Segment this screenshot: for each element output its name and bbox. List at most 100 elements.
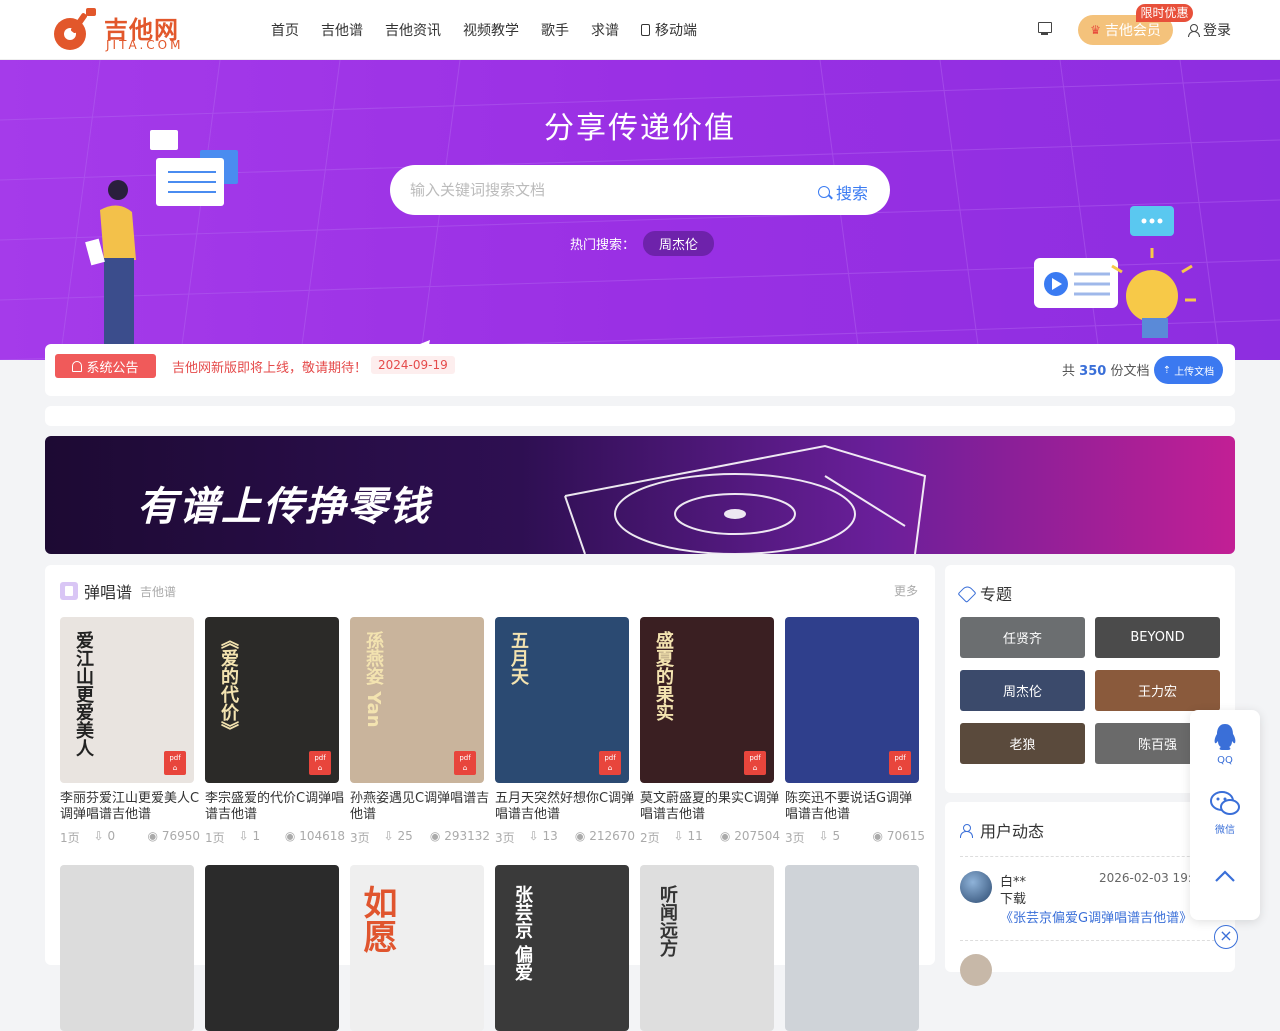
- cover-image[interactable]: 听闻远方: [640, 865, 774, 1031]
- tab-card[interactable]: 爱江山更爱美人 pdf ⌂ 李丽芬爱江山更爱美人C调弹唱谱吉他谱 1页 ⇩ 0 ◉ 7695…: [60, 617, 200, 847]
- nav-guitar-news[interactable]: 吉他资讯: [385, 20, 441, 40]
- cover-image[interactable]: 五月天 pdf ⌂: [495, 617, 629, 783]
- activity-doc-link[interactable]: 《张芸京偏爱G调弹唱谱吉他谱》: [1000, 911, 1192, 926]
- cover-image[interactable]: [60, 865, 194, 1031]
- cover-text: 《爱的代价》: [218, 631, 239, 739]
- nav-mobile-label: 移动端: [655, 23, 697, 39]
- download-icon: ⇩: [528, 829, 539, 843]
- download-count-value: 0: [107, 829, 116, 843]
- tab-card[interactable]: 孫燕姿 Yan pdf ⌂ 孙燕姿遇见C调弹唱谱吉他谱 3页 ⇩ 25 ◉ 293132: [350, 617, 490, 847]
- section-header: 弹唱谱 吉他谱: [60, 579, 176, 603]
- notice-bar: 系统公告 吉他网新版即将上线，敬请期待！ 2024-09-19 共 350 份文…: [45, 344, 1235, 396]
- wechat-contact[interactable]: 微信: [1190, 790, 1260, 836]
- tab-card[interactable]: 盛夏的果实 pdf ⌂ 莫文蔚盛夏的果实C调弹唱谱吉他谱 2页 ⇩ 11 ◉ 207504: [640, 617, 780, 847]
- site-logo[interactable]: 吉他网 JITA.COM: [50, 6, 190, 54]
- topic-item[interactable]: 王力宏: [1095, 670, 1220, 711]
- close-icon[interactable]: ×: [1214, 925, 1238, 949]
- nav-singers[interactable]: 歌手: [541, 20, 569, 40]
- cover-image[interactable]: 爱江山更爱美人 pdf ⌂: [60, 617, 194, 783]
- qq-contact[interactable]: QQ: [1190, 722, 1260, 766]
- notice-text[interactable]: 吉他网新版即将上线，敬请期待！: [172, 357, 367, 376]
- cover-image[interactable]: 张芸京 偏爱: [495, 865, 629, 1031]
- cover-image[interactable]: [785, 865, 919, 1031]
- card-title[interactable]: 陈奕迅不要说话G调弹唱谱吉他谱: [785, 791, 925, 825]
- banner-text: 有谱上传挣零钱: [137, 484, 431, 530]
- tab-card[interactable]: 五月天 pdf ⌂ 五月天突然好想你C调弹唱谱吉他谱 3页 ⇩ 13 ◉ 212670: [495, 617, 635, 847]
- login-label: 登录: [1203, 23, 1231, 39]
- cover-image[interactable]: [205, 865, 339, 1031]
- page-count: 3页: [350, 831, 370, 845]
- download-icon: ⇩: [383, 829, 394, 843]
- card-title[interactable]: 孙燕姿遇见C调弹唱谱吉他谱: [350, 791, 490, 825]
- topic-label: BEYOND: [1130, 630, 1185, 645]
- card-title[interactable]: 莫文蔚盛夏的果实C调弹唱谱吉他谱: [640, 791, 780, 825]
- main-nav: 首页 吉他谱 吉他资讯 视频教学 歌手 求谱 移动端: [260, 0, 708, 60]
- download-count: ⇩ 5: [819, 829, 841, 846]
- cover-text: 张芸京 偏爱: [512, 885, 533, 982]
- card-title[interactable]: 李丽芬爱江山更爱美人C调弹唱谱吉他谱: [60, 791, 200, 825]
- search-input[interactable]: [410, 165, 790, 215]
- nav-guitar-tabs[interactable]: 吉他谱: [321, 20, 363, 40]
- more-link[interactable]: 更多: [894, 582, 918, 599]
- back-to-top-button[interactable]: [1190, 868, 1260, 887]
- view-count-value: 293132: [444, 829, 490, 843]
- download-count: ⇩ 13: [529, 829, 558, 846]
- hot-search-label: 热门搜索：: [570, 237, 636, 253]
- topic-item[interactable]: 周杰伦: [960, 670, 1085, 711]
- nav-request-tabs[interactable]: 求谱: [591, 20, 619, 40]
- cover-image[interactable]: 盛夏的果实 pdf ⌂: [640, 617, 774, 783]
- topic-item[interactable]: 老狼: [960, 723, 1085, 764]
- tab-card[interactable]: 《爱的代价》 pdf ⌂ 李宗盛爱的代价C调弹唱谱吉他谱 1页 ⇩ 1 ◉ 104618: [205, 617, 345, 847]
- cover-text: 盛夏的果实: [653, 631, 674, 721]
- search-button[interactable]: 搜索: [817, 180, 868, 204]
- divider: [960, 856, 1220, 857]
- download-count-value: 11: [687, 829, 703, 843]
- tab-card[interactable]: [205, 865, 339, 1031]
- upload-document-button[interactable]: ⇡ 上传文档: [1154, 356, 1223, 384]
- cover-image[interactable]: 如愿: [350, 865, 484, 1031]
- cover-image[interactable]: 孫燕姿 Yan pdf ⌂: [350, 617, 484, 783]
- card-title[interactable]: 五月天突然好想你C调弹唱谱吉他谱: [495, 791, 635, 825]
- vip-label: 吉他会员: [1104, 23, 1161, 39]
- top-navigation-bar: 吉他网 JITA.COM 首页 吉他谱 吉他资讯 视频教学 歌手 求谱 移动端 …: [0, 0, 1280, 60]
- tab-card[interactable]: 听闻远方: [640, 865, 774, 1031]
- cover-image[interactable]: 《爱的代价》 pdf ⌂: [205, 617, 339, 783]
- topics-header: 专题: [957, 581, 1012, 605]
- download-count: ⇩ 25: [384, 829, 413, 846]
- search-button-label: 搜索: [835, 184, 868, 203]
- topic-item[interactable]: BEYOND: [1095, 617, 1220, 658]
- card-meta: 3页 ⇩ 13 ◉ 212670: [495, 829, 635, 846]
- nav-mobile[interactable]: 移动端: [641, 20, 697, 40]
- desktop-icon[interactable]: [1038, 22, 1052, 35]
- empty-strip: [45, 406, 1235, 426]
- system-notice-badge: 系统公告: [55, 354, 156, 378]
- download-count-value: 25: [397, 829, 413, 843]
- tab-card[interactable]: 如愿: [350, 865, 484, 1031]
- tab-card[interactable]: 张芸京 偏爱: [495, 865, 629, 1031]
- avatar[interactable]: [960, 871, 992, 903]
- avatar[interactable]: [960, 954, 992, 986]
- view-count-value: 207504: [734, 829, 780, 843]
- topic-label: 周杰伦: [1002, 685, 1042, 700]
- tab-card[interactable]: [785, 865, 919, 1031]
- tab-card[interactable]: pdf ⌂ 陈奕迅不要说话G调弹唱谱吉他谱 3页 ⇩ 5 ◉ 70615: [785, 617, 925, 847]
- login-button[interactable]: 登录: [1188, 20, 1231, 40]
- page-count: 1页: [60, 831, 80, 845]
- upload-label: 上传文档: [1174, 366, 1215, 378]
- cover-image[interactable]: pdf ⌂: [785, 617, 919, 783]
- qq-icon: [1214, 724, 1236, 750]
- topic-item[interactable]: 任贤齐: [960, 617, 1085, 658]
- wechat-label: 微信: [1215, 825, 1235, 836]
- hot-search-tag[interactable]: 周杰伦: [643, 230, 715, 256]
- users-icon: [960, 823, 974, 838]
- qq-label: QQ: [1217, 755, 1233, 766]
- cover-text: 爱江山更爱美人: [73, 631, 94, 757]
- promo-banner[interactable]: 有谱上传挣零钱: [45, 436, 1235, 554]
- nav-video-lessons[interactable]: 视频教学: [463, 20, 519, 40]
- view-count: ◉ 70615: [873, 829, 926, 846]
- activity-user: 白**: [1000, 875, 1027, 890]
- view-count: ◉ 212670: [575, 829, 635, 846]
- card-title[interactable]: 李宗盛爱的代价C调弹唱谱吉他谱: [205, 791, 345, 825]
- tab-card[interactable]: [60, 865, 194, 1031]
- nav-home[interactable]: 首页: [271, 20, 299, 40]
